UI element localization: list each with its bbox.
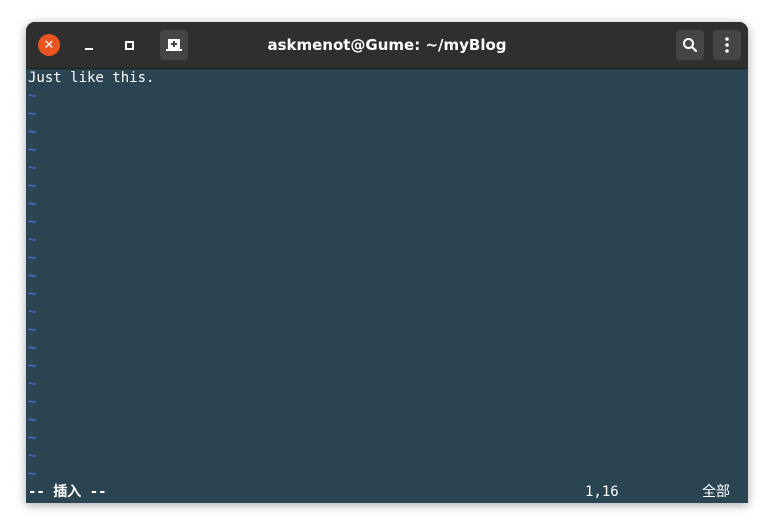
empty-line-marker: ~ — [28, 448, 37, 464]
search-button[interactable] — [676, 30, 704, 60]
new-tab-icon — [166, 39, 182, 51]
empty-line-marker: ~ — [28, 160, 37, 176]
empty-line-marker: ~ — [28, 196, 37, 212]
empty-line-marker: ~ — [28, 394, 37, 410]
title-bar: ✕ askmenot@Gume: ~/myBlog — [26, 22, 748, 69]
window-title: askmenot@Gume: ~/myBlog — [267, 36, 507, 54]
kebab-menu-icon — [725, 37, 729, 53]
maximize-button[interactable] — [118, 34, 140, 56]
empty-line-marker: ~ — [28, 124, 37, 140]
scroll-indicator: 全部 — [702, 484, 730, 500]
close-button[interactable]: ✕ — [38, 34, 60, 56]
terminal-area[interactable]: Just like this. ~ ~ ~ ~ ~ ~ ~ ~ ~ ~ ~ ~ … — [26, 69, 748, 503]
empty-line-marker: ~ — [28, 376, 37, 392]
search-icon — [683, 38, 698, 53]
empty-line-marker: ~ — [28, 88, 37, 104]
minimize-button[interactable] — [78, 34, 100, 56]
menu-button[interactable] — [713, 30, 741, 60]
empty-line-marker: ~ — [28, 250, 37, 266]
empty-line-marker: ~ — [28, 322, 37, 338]
empty-line-marker: ~ — [28, 232, 37, 248]
empty-line-marker: ~ — [28, 106, 37, 122]
empty-line-marker: ~ — [28, 340, 37, 356]
empty-line-marker: ~ — [28, 412, 37, 428]
editor-line-1: Just like this. — [28, 70, 155, 86]
vim-status-line: -- 插入 -- 1,16 全部 — [26, 482, 748, 502]
empty-line-marker: ~ — [28, 286, 37, 302]
empty-line-marker: ~ — [28, 358, 37, 374]
close-icon: ✕ — [43, 37, 55, 53]
terminal-window: ✕ askmenot@Gume: ~/myBlog Just like this… — [26, 22, 748, 503]
empty-line-marker: ~ — [28, 466, 37, 482]
new-tab-button[interactable] — [160, 30, 188, 60]
empty-line-marker: ~ — [28, 268, 37, 284]
empty-line-marker: ~ — [28, 142, 37, 158]
empty-line-marker: ~ — [28, 430, 37, 446]
empty-line-marker: ~ — [28, 178, 37, 194]
empty-line-marker: ~ — [28, 214, 37, 230]
cursor-position: 1,16 — [585, 484, 619, 500]
empty-line-marker: ~ — [28, 304, 37, 320]
mode-indicator: -- 插入 -- — [28, 484, 107, 500]
